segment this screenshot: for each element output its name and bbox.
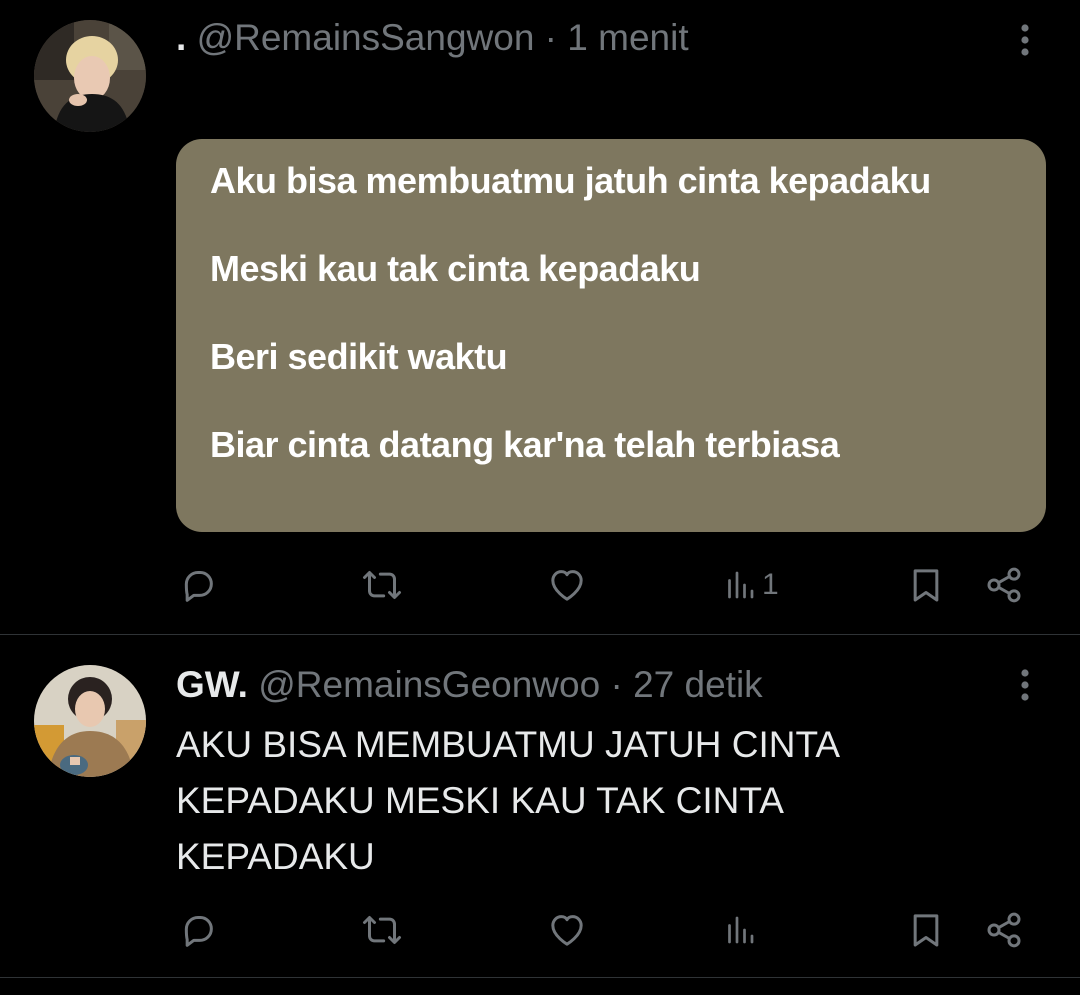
repost-button[interactable] xyxy=(360,560,404,610)
post[interactable]: GW. @RemainsGeonwoo · 27 detik AKU BISA … xyxy=(0,635,1080,978)
repost-icon xyxy=(363,571,401,599)
bookmark-icon xyxy=(913,914,939,947)
post-header: GW. @RemainsGeonwoo · 27 detik xyxy=(176,663,763,707)
bookmark-button[interactable] xyxy=(906,905,946,955)
handle[interactable]: @RemainsSangwon xyxy=(197,17,535,58)
more-icon[interactable] xyxy=(1010,20,1040,60)
like-button[interactable] xyxy=(546,905,588,955)
display-name[interactable]: . xyxy=(176,17,186,58)
views-button[interactable]: 1 xyxy=(722,560,779,610)
views-count: 1 xyxy=(762,568,779,601)
quote-line: Beri sedikit waktu xyxy=(210,336,508,377)
repost-button[interactable] xyxy=(360,905,404,955)
bookmark-icon xyxy=(913,569,939,602)
more-icon[interactable] xyxy=(1010,665,1040,705)
share-button[interactable] xyxy=(984,560,1024,610)
reply-icon xyxy=(184,571,213,602)
display-name[interactable]: GW. xyxy=(176,664,248,705)
separator: · xyxy=(600,664,634,705)
share-button[interactable] xyxy=(984,905,1024,955)
views-button[interactable] xyxy=(722,905,762,955)
quote-line: Meski kau tak cinta kepadaku xyxy=(210,248,701,289)
post-text: AKU BISA MEMBUATMU JATUH CINTA KEPADAKU … xyxy=(176,724,840,877)
views-icon xyxy=(728,916,754,944)
reply-button[interactable] xyxy=(178,905,218,955)
share-icon xyxy=(987,912,1021,948)
avatar[interactable] xyxy=(34,20,146,132)
action-bar: 1 xyxy=(0,560,1080,610)
like-button[interactable] xyxy=(546,560,588,610)
timestamp[interactable]: 27 detik xyxy=(633,664,763,705)
reply-button[interactable] xyxy=(178,560,218,610)
timestamp[interactable]: 1 menit xyxy=(567,17,688,58)
reply-icon xyxy=(184,916,213,947)
views-icon xyxy=(728,571,754,599)
repost-icon xyxy=(363,916,401,944)
handle[interactable]: @RemainsGeonwoo xyxy=(258,664,600,705)
post-header: . @RemainsSangwon · 1 menit xyxy=(176,16,689,60)
like-icon xyxy=(551,570,583,601)
quote-card: Aku bisa membuatmu jatuh cinta kepadaku … xyxy=(176,139,1046,532)
share-icon xyxy=(987,567,1021,603)
post[interactable]: . @RemainsSangwon · 1 menit Aku bisa mem… xyxy=(0,0,1080,635)
bookmark-button[interactable] xyxy=(906,560,946,610)
separator: · xyxy=(534,17,568,58)
action-bar xyxy=(0,905,1080,955)
avatar[interactable] xyxy=(34,665,146,777)
quote-line: Biar cinta datang kar'na telah terbiasa xyxy=(210,424,840,465)
quote-line: Aku bisa membuatmu jatuh cinta kepadaku xyxy=(210,160,931,201)
like-icon xyxy=(551,915,583,946)
